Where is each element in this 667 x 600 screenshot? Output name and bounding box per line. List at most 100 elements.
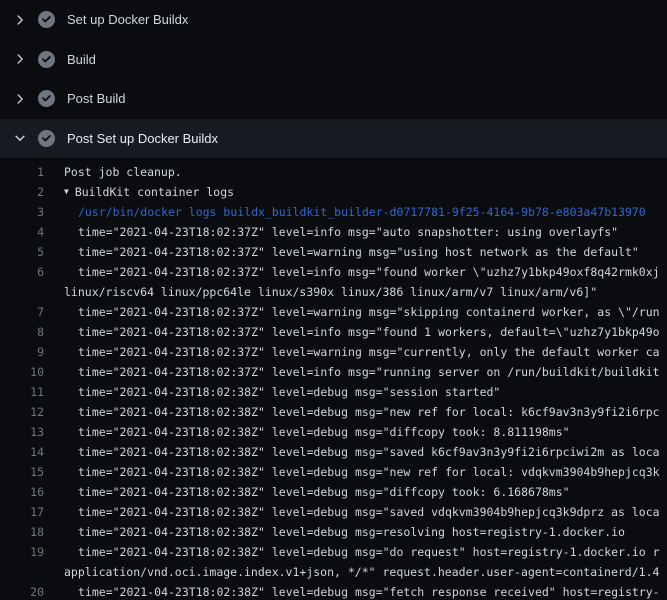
line-number[interactable]: 14: [0, 442, 44, 462]
line-text-content: time="2021-04-23T18:02:37Z" level=warnin…: [78, 305, 660, 319]
line-number[interactable]: 17: [0, 502, 44, 522]
line-number[interactable]: 6: [0, 262, 44, 282]
log-row: 8 time="2021-04-23T18:02:37Z" level=info…: [0, 322, 667, 342]
log-row: 19 time="2021-04-23T18:02:38Z" level=deb…: [0, 542, 667, 562]
line-text-content: linux/riscv64 linux/ppc64le linux/s390x …: [64, 285, 597, 299]
line-text-content: time="2021-04-23T18:02:38Z" level=debug …: [78, 445, 660, 459]
log-row: 15 time="2021-04-23T18:02:38Z" level=deb…: [0, 462, 667, 482]
line-text-content: time="2021-04-23T18:02:37Z" level=info m…: [78, 225, 618, 239]
line-number[interactable]: [0, 562, 44, 582]
line-text-content: /usr/bin/docker logs buildx_buildkit_bui…: [78, 205, 646, 219]
log-row: 11 time="2021-04-23T18:02:38Z" level=deb…: [0, 382, 667, 402]
line-text-content: time="2021-04-23T18:02:38Z" level=debug …: [78, 545, 660, 559]
steps-list: Set up Docker Buildx Build: [0, 0, 667, 158]
log-row-wrapped: application/vnd.oci.image.index.v1+json,…: [0, 562, 667, 582]
line-text-content: BuildKit container logs: [75, 185, 234, 199]
log-row: 4 time="2021-04-23T18:02:37Z" level=info…: [0, 222, 667, 242]
line-number[interactable]: [0, 282, 44, 302]
line-text-content: application/vnd.oci.image.index.v1+json,…: [64, 565, 659, 579]
line-number[interactable]: 11: [0, 382, 44, 402]
line-number[interactable]: 10: [0, 362, 44, 382]
log-row: 6 time="2021-04-23T18:02:37Z" level=info…: [0, 262, 667, 282]
line-text-content: time="2021-04-23T18:02:37Z" level=info m…: [78, 325, 660, 339]
check-circle-icon: [38, 51, 55, 68]
line-number[interactable]: 15: [0, 462, 44, 482]
line-number[interactable]: 1: [0, 162, 44, 182]
line-text-content: time="2021-04-23T18:02:38Z" level=debug …: [78, 505, 660, 519]
line-text-content: time="2021-04-23T18:02:37Z" level=warnin…: [78, 245, 639, 259]
log-row: 10 time="2021-04-23T18:02:37Z" level=inf…: [0, 362, 667, 382]
step-label: Post Set up Docker Buildx: [67, 131, 218, 146]
line-text-content: time="2021-04-23T18:02:38Z" level=debug …: [78, 585, 660, 599]
line-number[interactable]: 16: [0, 482, 44, 502]
log-row: 17 time="2021-04-23T18:02:38Z" level=deb…: [0, 502, 667, 522]
line-number[interactable]: 3: [0, 202, 44, 222]
line-text: time="2021-04-23T18:02:37Z" level=warnin…: [78, 342, 660, 362]
line-text: time="2021-04-23T18:02:37Z" level=info m…: [78, 322, 660, 342]
line-text: linux/riscv64 linux/ppc64le linux/s390x …: [64, 282, 597, 302]
step-header-post-build[interactable]: Post Build: [0, 79, 667, 119]
step-label: Build: [67, 52, 96, 67]
chevron-right-icon: [13, 92, 27, 106]
line-number[interactable]: 9: [0, 342, 44, 362]
line-text-content: time="2021-04-23T18:02:38Z" level=debug …: [78, 385, 500, 399]
line-text-content: Post job cleanup.: [64, 165, 182, 179]
line-text-content: time="2021-04-23T18:02:37Z" level=info m…: [78, 265, 660, 279]
log-row: 5 time="2021-04-23T18:02:37Z" level=warn…: [0, 242, 667, 262]
line-text: time="2021-04-23T18:02:38Z" level=debug …: [78, 522, 625, 542]
line-number[interactable]: 8: [0, 322, 44, 342]
line-number[interactable]: 18: [0, 522, 44, 542]
line-text: time="2021-04-23T18:02:37Z" level=warnin…: [78, 302, 660, 322]
log-row-command: 3 /usr/bin/docker logs buildx_buildkit_b…: [0, 202, 667, 222]
line-text-content: time="2021-04-23T18:02:38Z" level=debug …: [78, 425, 570, 439]
group-expanded-icon: ▼: [64, 182, 69, 202]
line-text: time="2021-04-23T18:02:38Z" level=debug …: [78, 442, 660, 462]
log-group-toggle[interactable]: ▼ BuildKit container logs: [64, 182, 234, 202]
log-row: 12 time="2021-04-23T18:02:38Z" level=deb…: [0, 402, 667, 422]
log-row: 2 ▼ BuildKit container logs: [0, 182, 667, 202]
chevron-right-icon: [13, 13, 27, 27]
line-text-content: time="2021-04-23T18:02:38Z" level=debug …: [78, 465, 660, 479]
step-label: Set up Docker Buildx: [67, 12, 188, 27]
line-text-content: time="2021-04-23T18:02:38Z" level=debug …: [78, 485, 570, 499]
line-text: time="2021-04-23T18:02:38Z" level=debug …: [78, 542, 660, 562]
line-number[interactable]: 13: [0, 422, 44, 442]
step-header-set-up-docker-buildx[interactable]: Set up Docker Buildx: [0, 0, 667, 40]
log-row: 18 time="2021-04-23T18:02:38Z" level=deb…: [0, 522, 667, 542]
step-label: Post Build: [67, 91, 126, 106]
line-text: time="2021-04-23T18:02:37Z" level=warnin…: [78, 242, 639, 262]
line-text: time="2021-04-23T18:02:37Z" level=info m…: [78, 362, 660, 382]
step-header-post-set-up-docker-buildx[interactable]: Post Set up Docker Buildx: [0, 119, 667, 159]
line-text: time="2021-04-23T18:02:38Z" level=debug …: [78, 582, 660, 600]
log-row-wrapped: linux/riscv64 linux/ppc64le linux/s390x …: [0, 282, 667, 302]
line-text-content: time="2021-04-23T18:02:38Z" level=debug …: [78, 405, 660, 419]
chevron-down-icon: [13, 131, 27, 145]
line-number[interactable]: 12: [0, 402, 44, 422]
line-text: time="2021-04-23T18:02:38Z" level=debug …: [78, 482, 570, 502]
log-row: 7 time="2021-04-23T18:02:37Z" level=warn…: [0, 302, 667, 322]
line-number[interactable]: 2: [0, 182, 44, 202]
chevron-right-icon: [13, 52, 27, 66]
line-number[interactable]: 5: [0, 242, 44, 262]
line-text: time="2021-04-23T18:02:38Z" level=debug …: [78, 502, 660, 522]
line-text-content: time="2021-04-23T18:02:37Z" level=info m…: [78, 365, 660, 379]
log-row: 14 time="2021-04-23T18:02:38Z" level=deb…: [0, 442, 667, 462]
line-number[interactable]: 7: [0, 302, 44, 322]
check-circle-icon: [38, 11, 55, 28]
check-circle-icon: [38, 90, 55, 107]
line-text: time="2021-04-23T18:02:37Z" level=info m…: [78, 222, 618, 242]
line-text: application/vnd.oci.image.index.v1+json,…: [64, 562, 659, 582]
step-header-build[interactable]: Build: [0, 40, 667, 80]
log-row: 16 time="2021-04-23T18:02:38Z" level=deb…: [0, 482, 667, 502]
line-text: /usr/bin/docker logs buildx_buildkit_bui…: [78, 202, 646, 222]
line-number[interactable]: 20: [0, 582, 44, 600]
line-number[interactable]: 4: [0, 222, 44, 242]
log-row: 9 time="2021-04-23T18:02:37Z" level=warn…: [0, 342, 667, 362]
workflow-log-panel: Set up Docker Buildx Build: [0, 0, 667, 600]
line-text: time="2021-04-23T18:02:38Z" level=debug …: [78, 402, 660, 422]
line-number[interactable]: 19: [0, 542, 44, 562]
line-text-content: time="2021-04-23T18:02:37Z" level=warnin…: [78, 345, 660, 359]
log-output: 1 Post job cleanup. 2 ▼ BuildKit containe…: [0, 158, 667, 600]
log-row: 13 time="2021-04-23T18:02:38Z" level=deb…: [0, 422, 667, 442]
log-row: 20 time="2021-04-23T18:02:38Z" level=deb…: [0, 582, 667, 600]
